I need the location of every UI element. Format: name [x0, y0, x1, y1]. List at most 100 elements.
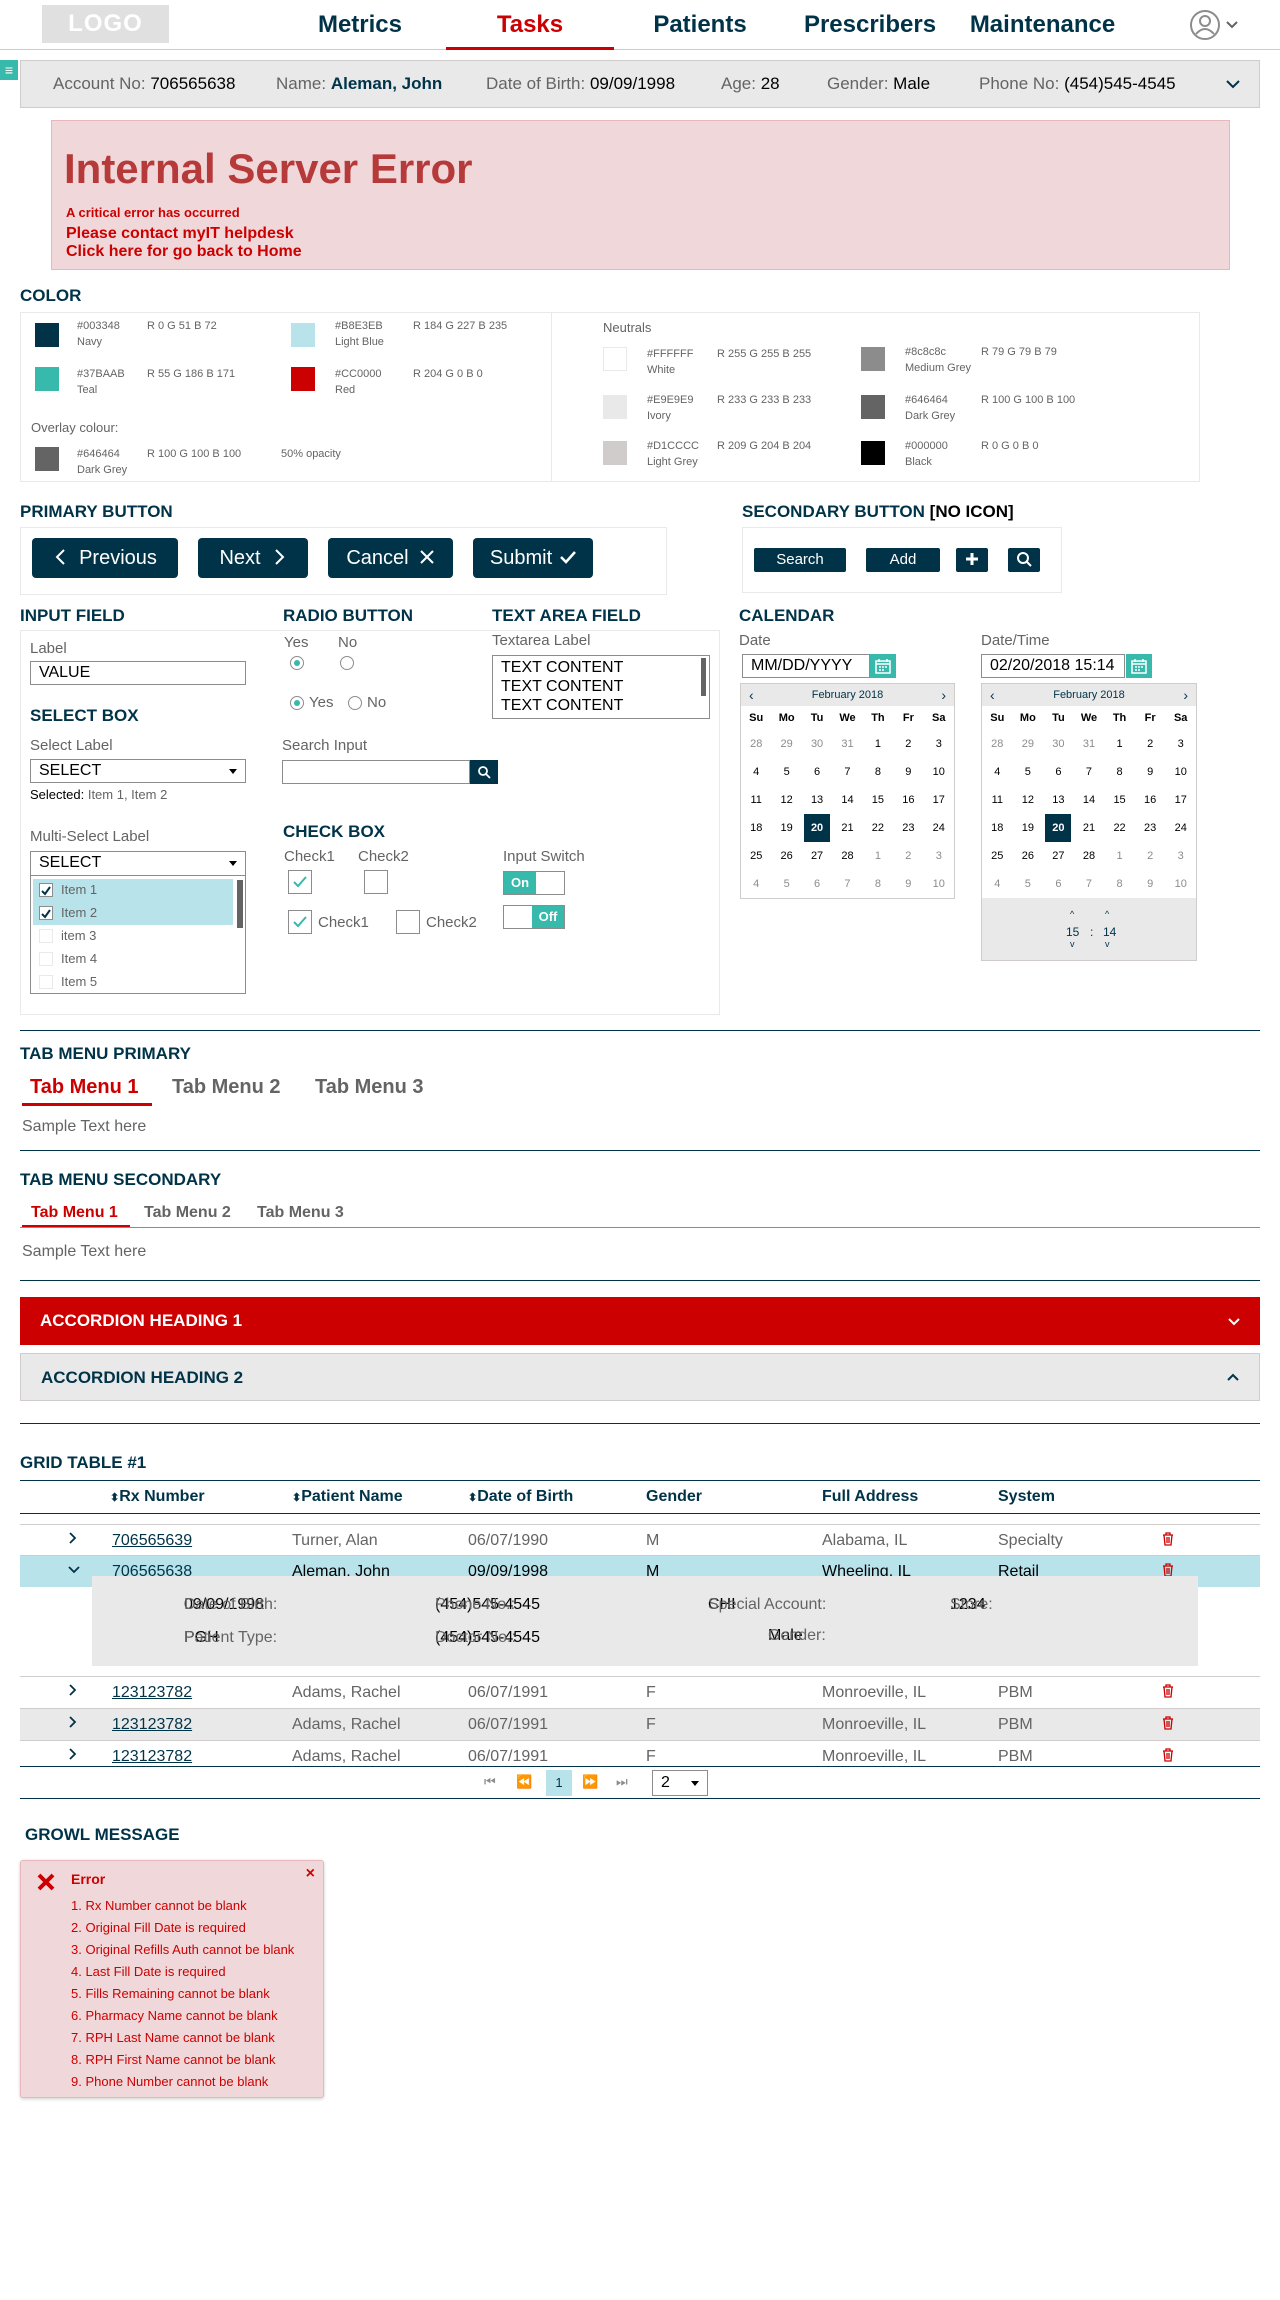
calendar-day[interactable]: 5 [1013, 758, 1044, 786]
chevron-down-icon[interactable] [68, 1562, 80, 1580]
close-icon[interactable]: × [306, 1865, 315, 1883]
tab-primary-1[interactable]: Tab Menu 1 [30, 1076, 139, 1099]
calendar-day[interactable]: 28 [1074, 842, 1105, 870]
chevron-right-icon[interactable] [68, 1747, 78, 1765]
next-page-icon[interactable]: ⏩ [582, 1774, 598, 1790]
minute-up-icon[interactable]: ^ [1105, 909, 1109, 919]
calendar-button[interactable] [870, 654, 896, 678]
calendar-day[interactable]: 15 [863, 786, 893, 814]
calendar-day[interactable]: 13 [1043, 786, 1074, 814]
table-row[interactable]: 706565639 Turner, Alan 06/07/1990 M Alabama,… [20, 1524, 1260, 1556]
calendar-day[interactable]: 16 [1135, 786, 1166, 814]
next-month-icon[interactable]: › [1183, 684, 1188, 706]
calendar-day[interactable]: 16 [893, 786, 923, 814]
calendar-day[interactable]: 4 [982, 870, 1013, 898]
check2-inline-checkbox[interactable] [396, 910, 420, 934]
chevron-right-icon[interactable] [68, 1715, 78, 1733]
calendar-day[interactable]: 3 [1165, 842, 1196, 870]
calendar-day[interactable]: 8 [1104, 758, 1135, 786]
calendar-day[interactable]: 29 [1013, 730, 1044, 758]
calendar-day[interactable]: 5 [771, 870, 801, 898]
calendar-day[interactable]: 31 [1074, 730, 1105, 758]
nav-patients[interactable]: Patients [640, 0, 760, 50]
calendar-day[interactable]: 2 [1135, 730, 1166, 758]
list-item[interactable]: item 3 [33, 925, 233, 948]
calendar-day[interactable]: 12 [771, 786, 801, 814]
page-size-select[interactable]: 2 [652, 1770, 708, 1796]
trash-icon[interactable] [1162, 1748, 1174, 1767]
calendar-day[interactable]: 19 [1013, 814, 1044, 842]
table-row[interactable]: 123123782 Adams, Rachel 06/07/1991 F Monroev… [20, 1708, 1260, 1740]
col-rx-number[interactable]: ⬍Rx Number [110, 1488, 205, 1506]
calendar-day[interactable]: 15 [1104, 786, 1135, 814]
hour-down-icon[interactable]: v [1070, 939, 1075, 949]
prev-page-icon[interactable]: ⏪ [516, 1774, 532, 1790]
calendar-day[interactable]: 11 [982, 786, 1013, 814]
accordion-heading-2[interactable]: ACCORDION HEADING 2 [20, 1353, 1260, 1401]
calendar-day-selected[interactable]: 20 [1045, 814, 1072, 842]
rx-number-link[interactable]: 123123782 [112, 1684, 192, 1701]
calendar-day[interactable]: 17 [924, 786, 954, 814]
trash-icon[interactable] [1162, 1532, 1174, 1551]
calendar-day[interactable]: 28 [741, 730, 771, 758]
calendar-day[interactable]: 1 [1104, 842, 1135, 870]
nav-metrics[interactable]: Metrics [300, 0, 420, 50]
calendar-day-selected[interactable]: 20 [804, 814, 831, 842]
nav-tasks[interactable]: Tasks [446, 0, 614, 50]
chevron-right-icon[interactable] [68, 1683, 78, 1701]
calendar-day[interactable]: 10 [1165, 758, 1196, 786]
radio-no[interactable] [340, 656, 354, 670]
calendar-day[interactable]: 21 [1074, 814, 1105, 842]
col-patient-name[interactable]: ⬍Patient Name [292, 1488, 403, 1506]
textarea[interactable]: TEXT CONTENT TEXT CONTENT TEXT CONTENT [492, 655, 710, 719]
tab-secondary-2[interactable]: Tab Menu 2 [144, 1204, 231, 1222]
tab-secondary-3[interactable]: Tab Menu 3 [257, 1204, 344, 1222]
calendar-day[interactable]: 25 [741, 842, 771, 870]
trash-icon[interactable] [1162, 1716, 1174, 1735]
calendar-day[interactable]: 1 [863, 730, 893, 758]
calendar-day[interactable]: 28 [982, 730, 1013, 758]
time-picker[interactable]: ^ ^ 15 : 14 v v [982, 907, 1196, 959]
calendar-day[interactable]: 27 [1043, 842, 1074, 870]
calendar-day[interactable]: 23 [893, 814, 923, 842]
rx-number-link[interactable]: 123123782 [112, 1748, 192, 1765]
calendar-day[interactable]: 2 [893, 842, 923, 870]
calendar-day[interactable]: 19 [771, 814, 801, 842]
calendar-day[interactable]: 7 [1074, 870, 1105, 898]
calendar-day[interactable]: 18 [982, 814, 1013, 842]
calendar-day[interactable]: 10 [1165, 870, 1196, 898]
text-input[interactable]: VALUE [30, 661, 246, 685]
calendar-day[interactable]: 26 [771, 842, 801, 870]
accordion-heading-1[interactable]: ACCORDION HEADING 1 [20, 1297, 1260, 1345]
calendar-day[interactable]: 27 [802, 842, 832, 870]
rx-number-link[interactable]: 706565639 [112, 1532, 192, 1549]
search-button[interactable]: Search [754, 548, 846, 572]
sidebar-toggle-icon[interactable]: ≡ [0, 60, 18, 80]
chevron-right-icon[interactable] [68, 1531, 78, 1549]
select-dropdown[interactable]: SELECT [30, 759, 246, 783]
calendar-day[interactable]: 9 [1135, 870, 1166, 898]
calendar-day[interactable]: 3 [1165, 730, 1196, 758]
calendar-day[interactable]: 9 [893, 758, 923, 786]
col-date-of-birth[interactable]: ⬍Date of Birth [468, 1488, 573, 1506]
rx-number-link[interactable]: 123123782 [112, 1716, 192, 1733]
search-icon-button[interactable] [1008, 548, 1040, 572]
search-input[interactable] [282, 760, 470, 784]
switch-on[interactable]: On [503, 871, 565, 895]
add-button[interactable]: Add [866, 548, 940, 572]
check1-inline-checkbox[interactable] [288, 910, 312, 934]
calendar-day[interactable]: 9 [893, 870, 923, 898]
search-submit-button[interactable] [470, 760, 498, 784]
calendar-day[interactable]: 8 [863, 870, 893, 898]
calendar-day[interactable]: 10 [924, 758, 954, 786]
table-row[interactable]: 123123782 Adams, Rachel 06/07/1991 F Monroev… [20, 1740, 1260, 1772]
date-input[interactable]: MM/DD/YYYY [742, 654, 870, 678]
calendar-day[interactable]: 6 [1043, 870, 1074, 898]
calendar-day[interactable]: 29 [771, 730, 801, 758]
list-item[interactable]: Item 2 [33, 902, 233, 925]
minute-down-icon[interactable]: v [1105, 939, 1110, 949]
calendar-day[interactable]: 6 [802, 870, 832, 898]
calendar-day[interactable]: 8 [863, 758, 893, 786]
calendar-day[interactable]: 24 [1165, 814, 1196, 842]
chevron-down-icon[interactable] [1226, 79, 1240, 89]
